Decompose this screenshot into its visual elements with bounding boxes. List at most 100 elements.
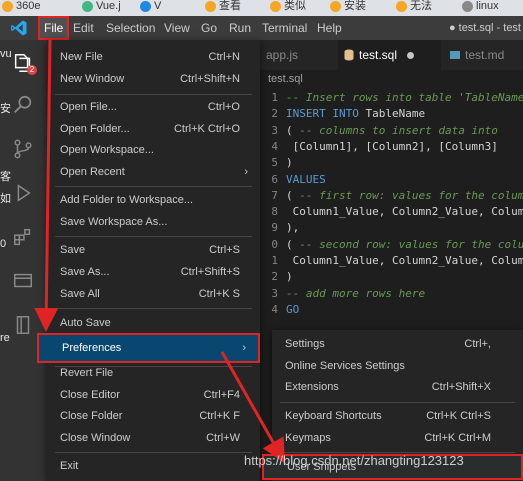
menu-close-folder[interactable]: Close Folder Ctrl+K F: [47, 406, 260, 427]
menu-divider: [55, 94, 252, 95]
browser-tab[interactable]: 查看: [205, 0, 241, 16]
code-token: VALUES: [286, 172, 326, 186]
tab-icon: [396, 1, 407, 12]
menu-save-all[interactable]: Save All Ctrl+K S: [47, 284, 260, 305]
menu-close-editor[interactable]: Close Editor Ctrl+F4: [47, 385, 260, 406]
tab-test-md[interactable]: test.md: [444, 40, 523, 70]
source-control-icon[interactable]: [12, 138, 34, 160]
line-number: 3: [271, 286, 278, 300]
code-line[interactable]: 2 INSERT INTO TableName: [260, 106, 523, 122]
line-number: 8: [271, 205, 278, 219]
breadcrumb[interactable]: test.sql: [260, 70, 523, 88]
browser-tab[interactable]: V: [140, 0, 161, 16]
menu-keyboard-shortcuts[interactable]: Keyboard Shortcuts Ctrl+K Ctrl+S: [272, 406, 523, 427]
menu-open-file[interactable]: Open File... Ctrl+O: [47, 97, 260, 118]
menu-run[interactable]: Run: [225, 16, 255, 40]
browser-tab[interactable]: Vue.j: [82, 0, 121, 16]
menu-keymaps[interactable]: Keymaps Ctrl+K Ctrl+M: [272, 428, 523, 449]
menu-terminal[interactable]: Terminal: [258, 16, 311, 40]
tab-test-sql[interactable]: test.sql: [338, 40, 441, 70]
code-line[interactable]: 6 VALUES: [260, 172, 523, 188]
code-token: -- add more rows here: [286, 286, 426, 300]
unsaved-dot-icon[interactable]: [407, 52, 415, 60]
menu-divider: [55, 308, 252, 309]
code-token: (: [286, 188, 300, 202]
browser-tab[interactable]: 类似: [270, 0, 306, 16]
side-label: 客: [0, 171, 11, 183]
code-line[interactable]: 9),: [260, 220, 523, 236]
tab-icon: [205, 1, 216, 12]
menu-file[interactable]: File: [38, 16, 70, 40]
code-line[interactable]: 4 GO: [260, 302, 523, 318]
browser-tab[interactable]: linux: [462, 0, 499, 16]
search-icon[interactable]: [12, 94, 34, 116]
bookmark-icon[interactable]: [12, 314, 34, 336]
code-editor[interactable]: 1 -- Insert rows into table 'TableName' 2 I…: [260, 88, 523, 318]
menu-extensions[interactable]: Extensions Ctrl+Shift+X: [272, 377, 523, 398]
line-number: 2: [271, 107, 278, 121]
code-line[interactable]: 2): [260, 269, 523, 285]
code-token: -- second row: values for the columns: [299, 237, 523, 251]
menu-online-services-settings[interactable]: Online Services Settings: [272, 356, 523, 377]
menu-selection[interactable]: Selection: [102, 16, 159, 40]
vscode-logo-icon: [11, 20, 27, 36]
menu-open-folder[interactable]: Open Folder... Ctrl+K Ctrl+O: [47, 119, 260, 140]
code-line[interactable]: 3 ( -- columns to insert data into: [260, 123, 523, 139]
browser-360-icon: [2, 1, 13, 12]
remote-explorer-icon[interactable]: [12, 270, 34, 292]
menu-exit[interactable]: Exit: [47, 456, 260, 477]
code-line[interactable]: 1 Column1_Value, Column2_Value, Column3: [260, 253, 523, 269]
menu-open-workspace[interactable]: Open Workspace...: [47, 140, 260, 161]
menu-revert-file[interactable]: Revert File: [47, 363, 260, 384]
line-number: 5: [271, 156, 278, 170]
code-line[interactable]: 3 -- add more rows here: [260, 286, 523, 302]
menu-open-recent[interactable]: Open Recent ›: [47, 162, 260, 183]
watermark: https://blog.csdn.net/zhangting123123: [244, 453, 464, 468]
code-token: -- columns to insert data into: [299, 123, 498, 137]
code-token: [Column1], [Column2], [Column3]: [286, 139, 498, 153]
menu-new-window[interactable]: New Window Ctrl+Shift+N: [47, 69, 260, 90]
menu-add-folder[interactable]: Add Folder to Workspace...: [47, 190, 260, 211]
side-label: 0: [0, 238, 7, 250]
menu-bar: File Edit Selection View Go Run Terminal…: [0, 16, 523, 40]
menu-new-file[interactable]: New File Ctrl+N: [47, 47, 260, 68]
code-token: ),: [286, 221, 300, 235]
code-line[interactable]: 7 ( -- first row: values for the columns: [260, 188, 523, 204]
extensions-icon[interactable]: [12, 226, 34, 248]
menu-save[interactable]: Save Ctrl+S: [47, 240, 260, 261]
code-line[interactable]: 0 ( -- second row: values for the columns: [260, 237, 523, 253]
menu-save-as[interactable]: Save As... Ctrl+Shift+S: [47, 262, 260, 283]
tab-icon: [270, 1, 281, 12]
markdown-icon: [450, 51, 460, 59]
menu-edit[interactable]: Edit: [69, 16, 98, 40]
code-line[interactable]: 1 -- Insert rows into table 'TableName': [260, 90, 523, 106]
line-number: 3: [271, 123, 278, 137]
menu-help[interactable]: Help: [313, 16, 346, 40]
menu-divider: [55, 452, 252, 453]
browser-tab[interactable]: 无法: [396, 0, 432, 16]
line-number: 7: [271, 188, 278, 202]
menu-go[interactable]: Go: [197, 16, 221, 40]
menu-close-window[interactable]: Close Window Ctrl+W: [47, 428, 260, 449]
code-token: -- first row: values for the columns: [299, 188, 523, 202]
code-token: -- Insert rows into table 'TableName': [286, 91, 523, 104]
tab-icon: [462, 1, 473, 12]
chevron-right-icon: ›: [244, 166, 248, 178]
code-line[interactable]: 4 [Column1], [Column2], [Column3]: [260, 139, 523, 155]
menu-settings[interactable]: Settings Ctrl+,: [272, 334, 523, 355]
window-title: ● test.sql - test: [448, 22, 521, 34]
menu-save-workspace-as[interactable]: Save Workspace As...: [47, 212, 260, 233]
browser-tab[interactable]: 360e: [2, 0, 40, 16]
run-debug-icon[interactable]: [12, 182, 34, 204]
code-line[interactable]: 5): [260, 155, 523, 171]
line-number: 4: [271, 139, 278, 153]
code-line[interactable]: 8 Column1_Value, Column2_Value, Column3: [260, 204, 523, 220]
menu-divider: [55, 236, 252, 237]
menu-preferences[interactable]: Preferences ›: [37, 333, 260, 363]
menu-auto-save[interactable]: Auto Save: [47, 313, 260, 334]
tab-app-js[interactable]: app.js: [260, 40, 335, 70]
tab-icon: [140, 1, 151, 12]
browser-tab[interactable]: 安装: [330, 0, 366, 16]
code-token: ): [286, 156, 293, 170]
menu-view[interactable]: View: [160, 16, 194, 40]
